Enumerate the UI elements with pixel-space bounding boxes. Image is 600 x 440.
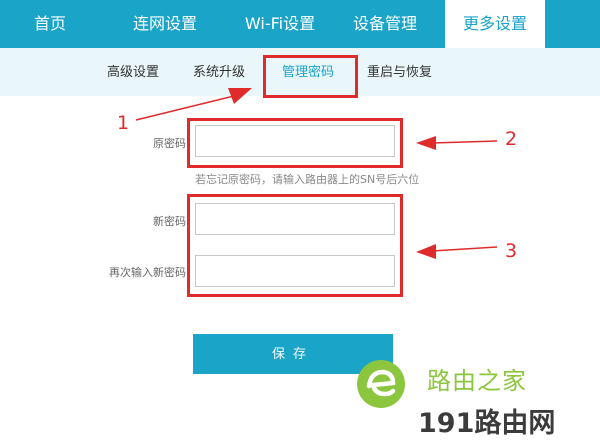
callout-number-3: 3 xyxy=(505,240,518,262)
watermark-top-text: 路由之家 xyxy=(427,367,527,395)
new-password-input[interactable] xyxy=(195,203,395,235)
callout-number-1: 1 xyxy=(117,112,130,134)
subnav-reboot-restore[interactable]: 重启与恢复 xyxy=(367,48,432,96)
old-password-input[interactable] xyxy=(195,125,395,157)
callout-number-2: 2 xyxy=(505,128,518,150)
subnav-system-upgrade[interactable]: 系统升级 xyxy=(193,48,245,96)
nav-more-settings[interactable]: 更多设置 xyxy=(445,0,545,48)
arrow-2-icon xyxy=(416,136,498,150)
watermark-bottom-text: 191路由网 xyxy=(418,408,556,439)
nav-home[interactable]: 首页 xyxy=(0,0,100,48)
confirm-password-input[interactable] xyxy=(195,255,395,287)
subnav-advanced-settings[interactable]: 高级设置 xyxy=(107,48,159,96)
old-password-label: 原密码 xyxy=(153,137,186,150)
nav-wifi-settings[interactable]: Wi-Fi设置 xyxy=(230,0,330,48)
nav-network-settings[interactable]: 连网设置 xyxy=(100,0,230,48)
router-home-logo-icon xyxy=(357,360,405,408)
new-password-label: 新密码 xyxy=(153,215,186,228)
arrow-3-icon xyxy=(416,244,498,259)
confirm-password-label: 再次输入新密码 xyxy=(109,266,186,279)
old-password-hint: 若忘记原密码，请输入路由器上的SN号后六位 xyxy=(195,173,420,186)
nav-device-management[interactable]: 设备管理 xyxy=(330,0,440,48)
top-nav: 首页 连网设置 Wi-Fi设置 设备管理 更多设置 xyxy=(0,0,600,48)
highlight-admin-password-tab xyxy=(263,55,358,98)
